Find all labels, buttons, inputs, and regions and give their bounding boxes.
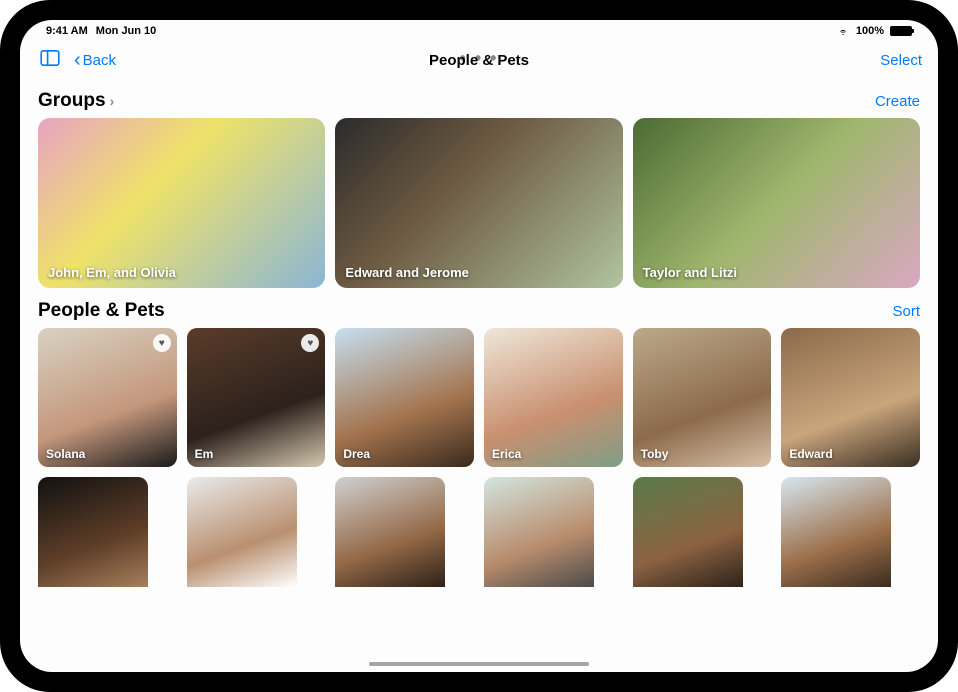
person-card[interactable]: Toby: [633, 328, 772, 467]
person-label: Erica: [492, 447, 521, 461]
wifi-icon: [836, 26, 850, 36]
group-thumbnail: [633, 118, 920, 288]
group-card[interactable]: Edward and Jerome: [335, 118, 622, 288]
person-card[interactable]: ♥ Solana: [38, 328, 177, 467]
person-card[interactable]: [187, 477, 297, 587]
person-card[interactable]: Drea: [335, 328, 474, 467]
group-label: Taylor and Litzi: [643, 265, 737, 280]
person-thumbnail: [781, 477, 891, 587]
person-card[interactable]: [633, 477, 743, 587]
back-label: Back: [83, 52, 116, 69]
home-indicator[interactable]: [369, 662, 589, 666]
person-thumbnail: [335, 477, 445, 587]
groups-section-header: Groups › Create: [38, 90, 920, 112]
battery-icon: [890, 26, 912, 36]
person-label: Edward: [789, 447, 832, 461]
chevron-right-icon: ›: [110, 93, 115, 109]
people-title: People & Pets: [38, 300, 165, 322]
group-thumbnail: [38, 118, 325, 288]
sort-button[interactable]: Sort: [892, 303, 920, 320]
person-thumbnail: [633, 477, 743, 587]
create-button[interactable]: Create: [875, 93, 920, 110]
select-button[interactable]: Select: [880, 52, 922, 69]
chevron-left-icon: ‹: [74, 50, 81, 70]
person-card[interactable]: Edward: [781, 328, 920, 467]
content-area: Groups › Create John, Em, and Olivia Edw…: [20, 78, 938, 672]
back-button[interactable]: ‹ Back: [74, 50, 116, 70]
status-date: Mon Jun 10: [96, 25, 157, 37]
people-section-header: People & Pets Sort: [38, 300, 920, 322]
person-label: Em: [195, 447, 214, 461]
person-card[interactable]: ♥ Em: [187, 328, 326, 467]
nav-bar: ‹ Back People & Pets Select: [20, 42, 938, 78]
person-label: Drea: [343, 447, 370, 461]
person-card[interactable]: Erica: [484, 328, 623, 467]
person-card[interactable]: [335, 477, 445, 587]
screen: 9:41 AM Mon Jun 10 • • • 100% ‹ Back: [20, 20, 938, 672]
person-card[interactable]: [781, 477, 891, 587]
group-label: John, Em, and Olivia: [48, 265, 176, 280]
group-card[interactable]: Taylor and Litzi: [633, 118, 920, 288]
battery-percent: 100%: [856, 25, 884, 37]
groups-title[interactable]: Groups ›: [38, 90, 114, 112]
status-time: 9:41 AM: [46, 25, 88, 37]
person-label: Solana: [46, 447, 85, 461]
person-thumbnail: [484, 477, 594, 587]
people-grid: ♥ Solana ♥ Em Drea Erica: [38, 328, 920, 587]
person-label: Toby: [641, 447, 669, 461]
person-thumbnail: [38, 477, 148, 587]
status-bar: 9:41 AM Mon Jun 10 • • • 100%: [20, 20, 938, 42]
person-card[interactable]: [38, 477, 148, 587]
person-card[interactable]: [484, 477, 594, 587]
group-label: Edward and Jerome: [345, 265, 469, 280]
sidebar-toggle-icon[interactable]: [36, 46, 64, 75]
heart-icon: ♥: [153, 334, 171, 352]
ipad-frame: 9:41 AM Mon Jun 10 • • • 100% ‹ Back: [0, 0, 958, 692]
page-title: People & Pets: [429, 52, 529, 69]
group-thumbnail: [335, 118, 622, 288]
people-title-text: People & Pets: [38, 300, 165, 322]
person-thumbnail: [187, 477, 297, 587]
groups-title-text: Groups: [38, 90, 106, 112]
group-card[interactable]: John, Em, and Olivia: [38, 118, 325, 288]
groups-row: John, Em, and Olivia Edward and Jerome T…: [38, 118, 920, 288]
